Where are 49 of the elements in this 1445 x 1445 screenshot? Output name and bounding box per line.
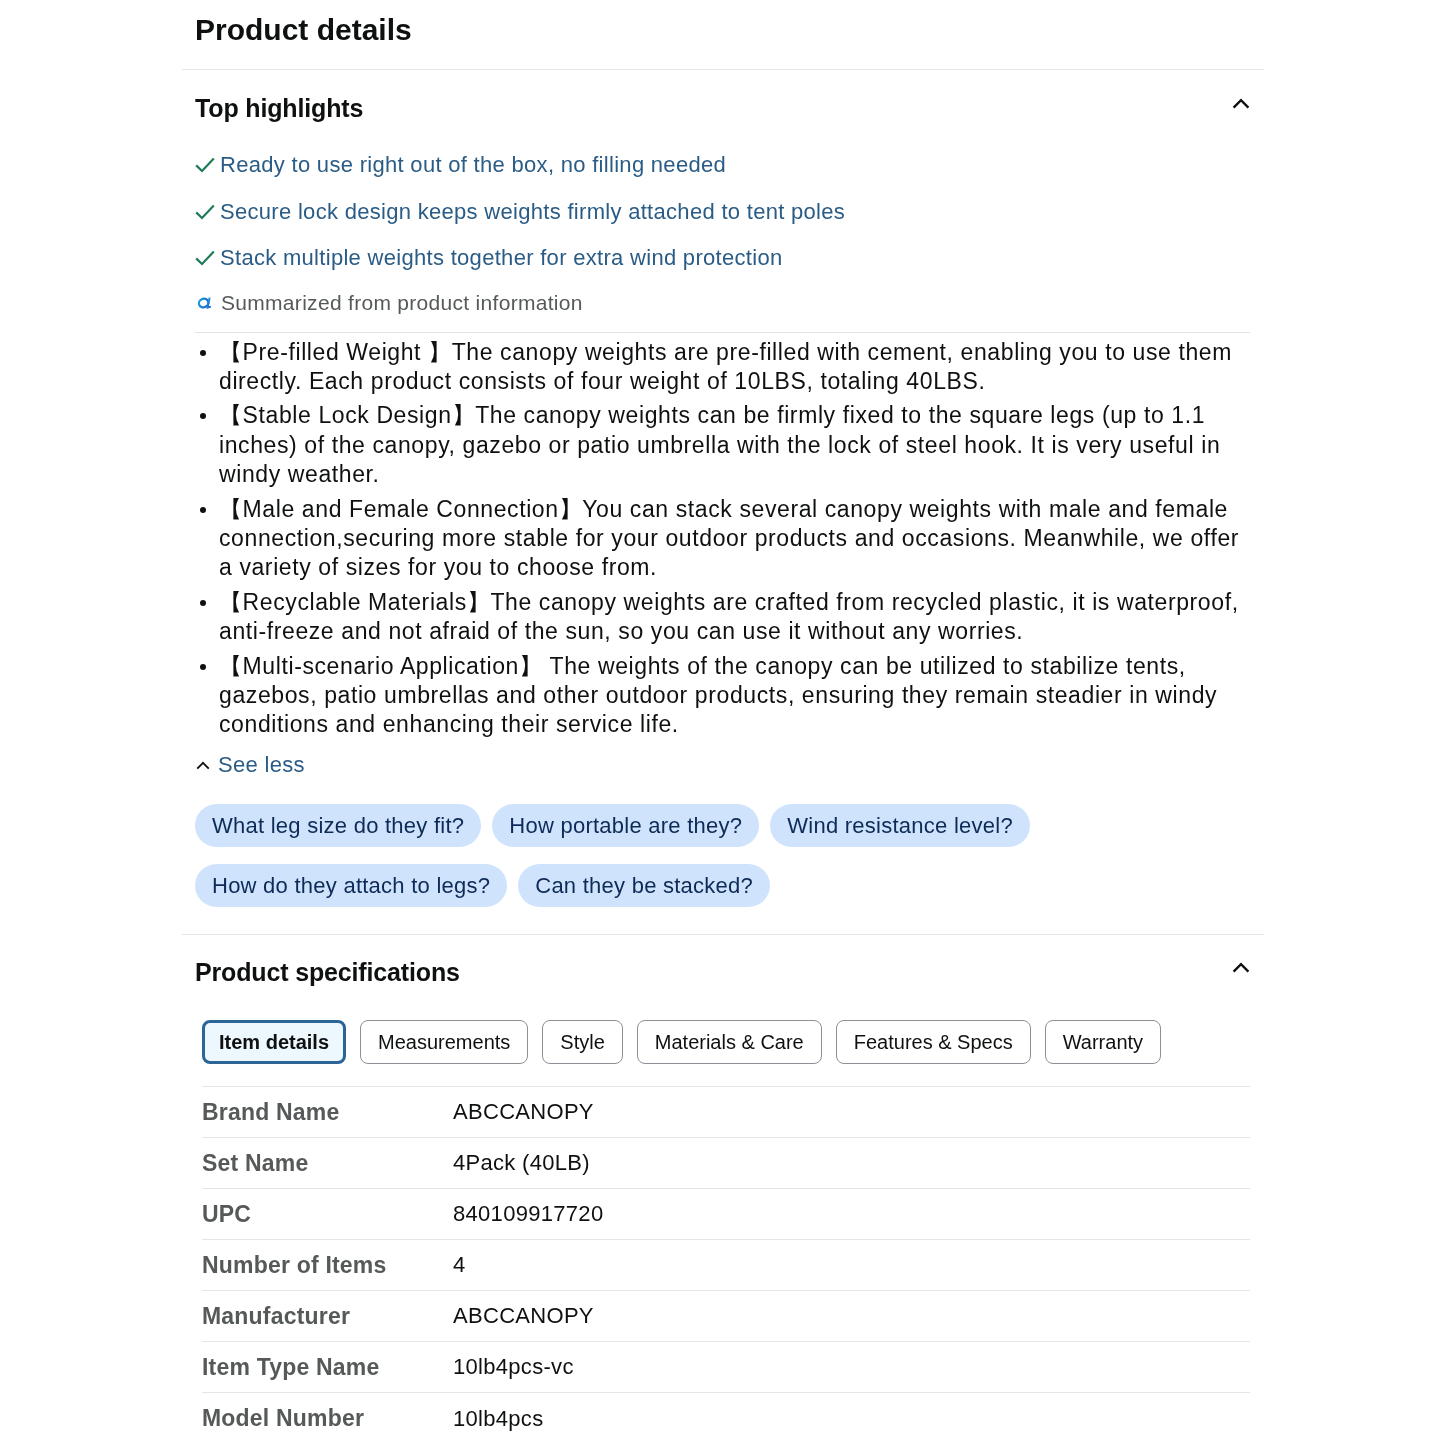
bullet-text: 【Male and Female Connection】You can stack several canopy weights with male and female connection,securing more stable for your outdoor products and occasions. Meanwhile, we offer a variety of sizes for you to choose from.	[219, 494, 1241, 583]
spec-value: ABCCANOPY	[453, 1303, 595, 1330]
spec-value: 4Pack (40LB)	[453, 1150, 591, 1177]
spec-label: Model Number	[202, 1405, 366, 1433]
see-less-link[interactable]: See less	[195, 750, 305, 781]
bullet-text: 【Stable Lock Design】The canopy weights can be firmly fixed to the square legs (up to 1.1 inches) of the canopy, gazebo or patio umbrella with the lock of steel hook. It is very useful in windy weather.	[219, 401, 1222, 490]
chevron-up-icon[interactable]	[1232, 961, 1250, 973]
spec-value: 10lb4pcs	[453, 1405, 545, 1432]
tab[interactable]: Style	[542, 1020, 623, 1065]
question-chip[interactable]: Can they be stacked?	[518, 864, 771, 908]
bullet-text: 【Multi-scenario Application】 The weights of the canopy can be utilized to stabilize tents, gazebos, patio umbrellas and other outdoor products, ensuring they remain steadier in windy conditions and enhancing their service life.	[219, 651, 1219, 740]
tab[interactable]: Warranty	[1044, 1020, 1162, 1065]
source-note: Summarized from product information	[221, 289, 583, 316]
spec-label: Number of Items	[202, 1251, 388, 1279]
check-icon	[195, 157, 215, 173]
spec-value: 4	[453, 1252, 467, 1279]
highlight-text: Stack multiple weights together for extra wind protection	[220, 244, 783, 272]
bullet-icon	[200, 506, 206, 513]
question-chip[interactable]: Wind resistance level?	[770, 804, 1030, 848]
bullet-text: 【Pre-filled Weight 】The canopy weights are pre-filled with cement, enabling you to use them directly. Each product consists of four weight of 10LBS, totaling 40LBS.	[219, 337, 1233, 396]
spec-value: 840109917720	[453, 1201, 605, 1228]
spec-label: Brand Name	[202, 1098, 341, 1126]
tab[interactable]: Measurements	[360, 1020, 529, 1065]
tab[interactable]: Materials & Care	[636, 1020, 822, 1065]
highlight-text: Secure lock design keeps weights firmly attached to tent poles	[220, 197, 846, 226]
tab[interactable]: Features & Specs	[835, 1020, 1031, 1065]
question-chip[interactable]: How portable are they?	[492, 804, 760, 848]
question-chip[interactable]: What leg size do they fit?	[195, 804, 482, 848]
bullet-text: 【Recyclable Materials】The canopy weights are crafted from recycled plastic, it is waterproof, anti-freeze and not afraid of the sun, so you can use it without any worries.	[219, 587, 1240, 647]
spec-value: ABCCANOPY	[453, 1099, 595, 1126]
check-icon	[195, 203, 215, 220]
spec-value: 10lb4pcs-vc	[453, 1354, 575, 1381]
bullet-icon	[200, 599, 206, 606]
tab[interactable]: Item details	[202, 1020, 347, 1065]
bullet-icon	[200, 413, 206, 420]
spec-label: Item Type Name	[202, 1353, 381, 1381]
section-heading: Product specifications	[195, 957, 460, 988]
bullet-icon	[200, 349, 206, 356]
check-icon	[195, 250, 215, 266]
highlight-text: Ready to use right out of the box, no filling needed	[220, 151, 727, 179]
chevron-up-icon[interactable]	[1232, 97, 1250, 109]
spec-label: Manufacturer	[202, 1302, 352, 1330]
bullet-icon	[200, 663, 206, 670]
page-title: Product details	[194, 12, 413, 48]
section-heading: Top highlights	[195, 93, 364, 123]
swirl-icon	[197, 296, 212, 309]
question-chip[interactable]: How do they attach to legs?	[195, 864, 508, 908]
spec-label: UPC	[202, 1200, 253, 1228]
spec-label: Set Name	[202, 1149, 310, 1177]
